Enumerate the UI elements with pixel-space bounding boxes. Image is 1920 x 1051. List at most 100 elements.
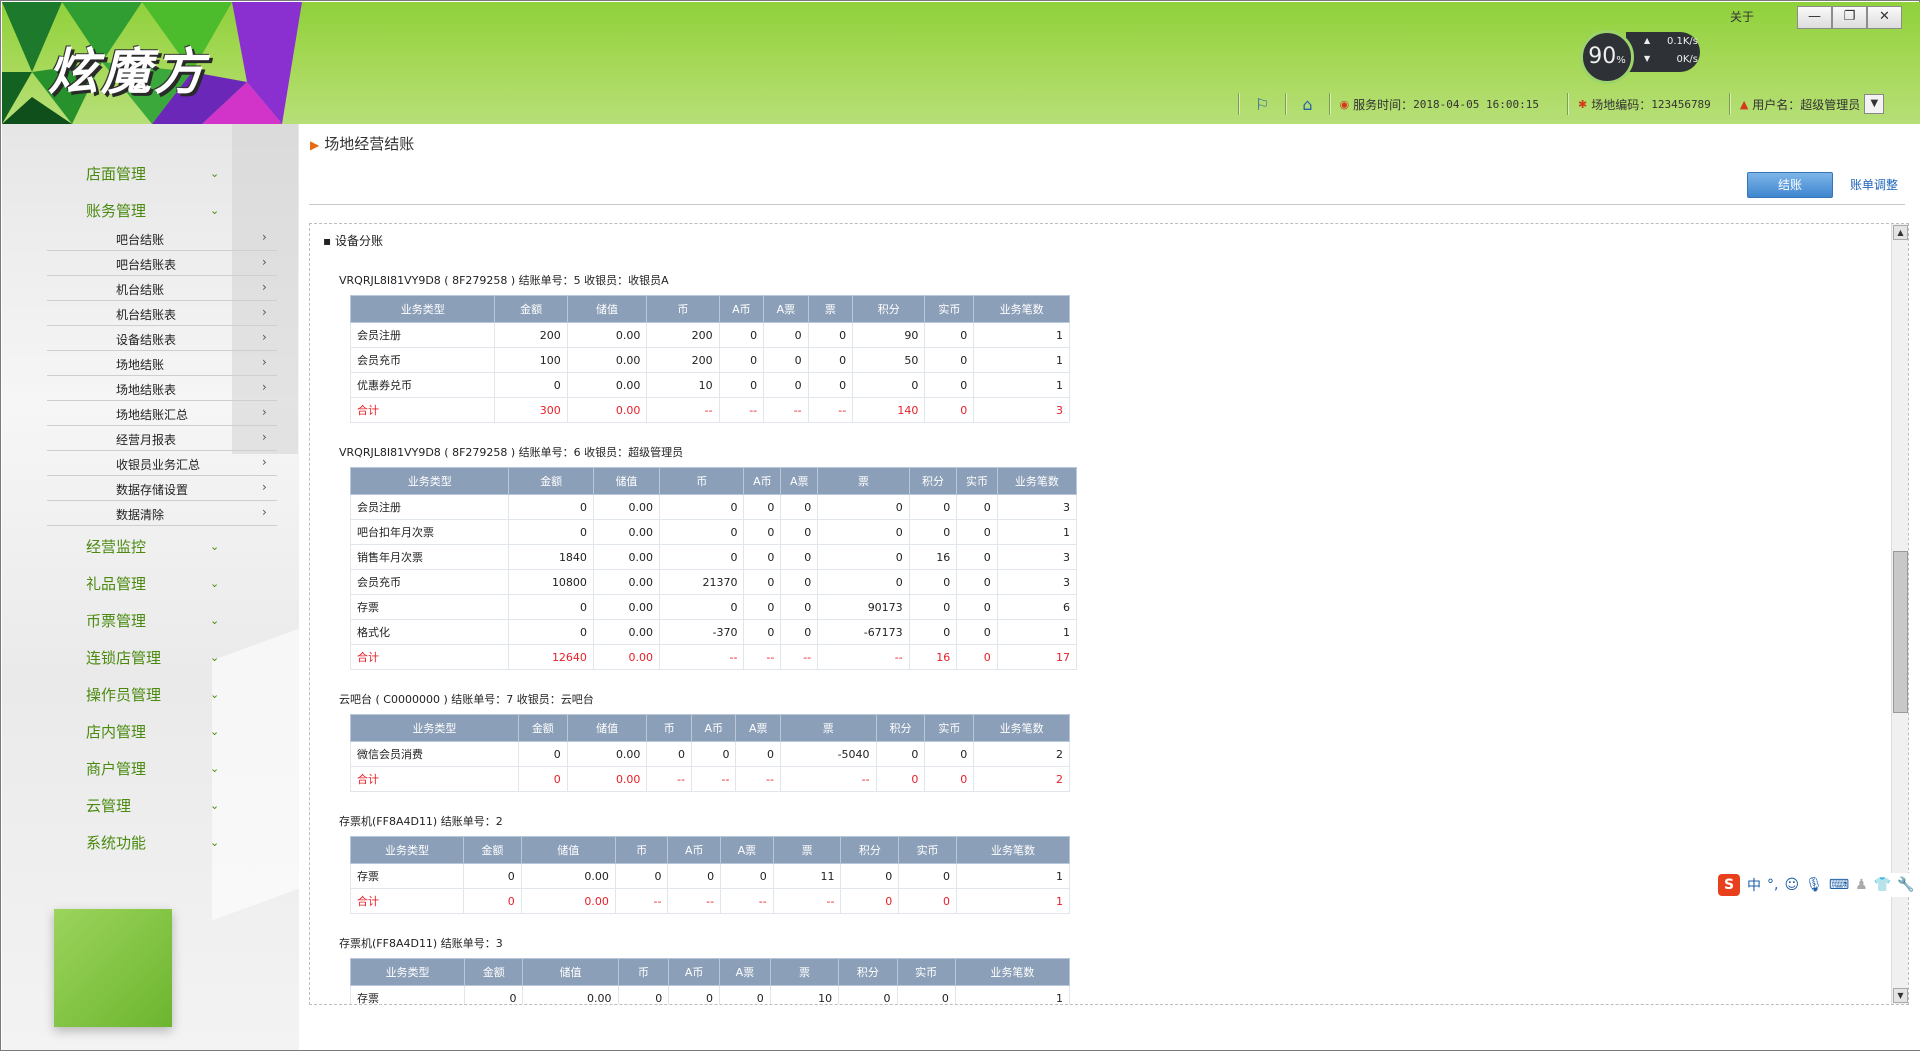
user-dropdown-button[interactable]: ▼: [1864, 94, 1885, 114]
total-cell: --: [807, 397, 854, 423]
table-cell: 微信会员消费: [350, 741, 519, 767]
menu-in-store[interactable]: 店内管理 ⌄: [2, 716, 232, 746]
menu-operators[interactable]: 操作员管理 ⌄: [2, 679, 232, 709]
submenu-storage-settings[interactable]: 数据存储设置 ›: [47, 477, 277, 501]
chevron-down-icon: ⌄: [210, 761, 220, 775]
total-cell: --: [718, 397, 765, 423]
settlement-panel: ▪ 设备分账 VRQRJL8I81VY9D8 ( 8F279258 ) 结账单号…: [309, 223, 1909, 1005]
table-row: 存票 0 0.00 0 0 0 11 0 0 1: [350, 863, 1071, 889]
group-header: VRQRJL8I81VY9D8 ( 8F279258 ) 结账单号：6 收银员：…: [339, 446, 684, 459]
menu-chain-stores[interactable]: 连锁店管理 ⌄: [2, 642, 232, 672]
chevron-down-icon: ⌄: [210, 687, 220, 701]
submenu-data-clear[interactable]: 数据清除 ›: [47, 502, 277, 526]
triangle-right-icon: ▶: [310, 138, 320, 152]
column-header: 票: [779, 714, 877, 742]
column-header: 币: [658, 467, 745, 495]
settle-button[interactable]: 结账: [1747, 172, 1833, 198]
account-icon[interactable]: ♟: [1855, 877, 1868, 893]
bill-adjust-link[interactable]: 账单调整: [1850, 176, 1898, 193]
submenu-venue-settle[interactable]: 场地结账 ›: [47, 352, 277, 376]
total-cell: 0: [898, 888, 957, 914]
group-header: 云吧台 ( C0000000 ) 结账单号：7 收银员：云吧台: [339, 693, 594, 706]
menu-label: 经营监控: [86, 537, 147, 556]
table-cell: 16: [908, 544, 958, 570]
total-cell: 合计: [350, 888, 464, 914]
menu-tokens[interactable]: 币票管理 ⌄: [2, 605, 232, 635]
submenu-cashier-summary[interactable]: 收银员业务汇总 ›: [47, 452, 277, 476]
total-cell: --: [690, 766, 737, 792]
column-header: 实币: [898, 836, 957, 864]
menu-accounting[interactable]: 账务管理 ⌄: [2, 195, 232, 225]
keyboard-icon[interactable]: ⌨: [1829, 877, 1849, 893]
menu-monitoring[interactable]: 经营监控 ⌄: [2, 531, 232, 561]
submenu-label: 收银员业务汇总: [116, 458, 201, 472]
clock-icon: ◉: [1339, 97, 1350, 111]
sogou-logo-icon[interactable]: S: [1718, 874, 1740, 896]
restore-button[interactable]: ❐: [1832, 6, 1867, 29]
table-cell: 0: [898, 863, 957, 889]
about-link[interactable]: 关于: [1730, 8, 1754, 25]
menu-label: 连锁店管理: [86, 648, 162, 667]
menu-store[interactable]: 店面管理 ⌄: [2, 158, 232, 188]
scroll-thumb[interactable]: [1893, 551, 1908, 713]
chevron-down-icon: ⌄: [210, 835, 220, 849]
table-row: 会员充币 100 0.00 200 0 0 0 50 0 1: [349, 347, 1070, 373]
net-percent-unit: %: [1616, 55, 1626, 66]
emoji-icon[interactable]: ☺: [1784, 877, 1799, 893]
table-cell: 0: [763, 372, 809, 398]
home-icon[interactable]: ⌂: [1302, 95, 1312, 114]
submenu-machine-settle-table[interactable]: 机台结账表 ›: [47, 302, 277, 326]
menu-gifts[interactable]: 礼品管理 ⌄: [2, 568, 232, 598]
signpost-icon[interactable]: ⚐: [1255, 95, 1269, 114]
column-header: 票: [772, 836, 842, 864]
submenu-venue-settle-table[interactable]: 场地结账表 ›: [47, 377, 277, 401]
minimize-button[interactable]: —: [1797, 6, 1832, 29]
menu-merchants[interactable]: 商户管理 ⌄: [2, 753, 232, 783]
menu-system[interactable]: 系统功能 ⌄: [2, 827, 232, 857]
submenu-bar-settle-table[interactable]: 吧台结账表 ›: [47, 252, 277, 276]
table-cell: 0.00: [592, 619, 660, 645]
table-cell: 会员注册: [349, 322, 496, 348]
chevron-down-icon: ⌄: [210, 203, 220, 217]
settlement-table: 业务类型 金额 储值币 A币 A票票积分 实币 业务笔数 微信会员消费 0 0.00 0 0 0 -504…: [350, 714, 1070, 792]
page-title-text: 场地经营结账: [324, 135, 415, 153]
scroll-down-icon[interactable]: ▼: [1893, 988, 1908, 1003]
table-cell: 0: [508, 619, 594, 645]
menu-cloud[interactable]: 云管理 ⌄: [2, 790, 232, 820]
table-cell: 0: [780, 619, 819, 645]
table-cell: 0: [908, 594, 958, 620]
submenu-bar-settle[interactable]: 吧台结账 ›: [47, 227, 277, 251]
chevron-right-icon: ›: [262, 330, 267, 344]
total-cell: 0.00: [566, 766, 648, 792]
menu-label: 币票管理: [86, 611, 147, 630]
table-cell: 0: [718, 347, 765, 373]
column-header: 业务类型: [349, 467, 510, 495]
submenu-venue-settle-summary[interactable]: 场地结账汇总 ›: [47, 402, 277, 426]
microphone-icon[interactable]: 🎙: [1805, 877, 1823, 893]
close-button[interactable]: ✕: [1867, 6, 1902, 29]
ime-mode[interactable]: 中: [1747, 875, 1761, 895]
table-cell: 0: [780, 594, 819, 620]
punctuation-icon[interactable]: °,: [1767, 877, 1778, 893]
chevron-down-icon: ⌄: [210, 613, 220, 627]
column-header: 业务笔数: [973, 714, 1070, 742]
total-cell: --: [646, 397, 720, 423]
submenu-device-settle-table[interactable]: 设备结账表 ›: [47, 327, 277, 351]
menu-label: 操作员管理: [86, 685, 162, 704]
table-row: 优惠券兑币 0 0.00 10 0 0 0 0 0 1: [349, 372, 1070, 398]
chevron-right-icon: ›: [262, 280, 267, 294]
skin-icon[interactable]: 👕: [1874, 877, 1891, 893]
chevron-down-icon: ⌄: [210, 539, 220, 553]
table-cell: 0: [956, 544, 998, 570]
tools-icon[interactable]: 🔧: [1897, 877, 1914, 893]
table-cell: 0: [956, 619, 998, 645]
table-cell: 0: [838, 985, 898, 1004]
page-title: ▶ 场地经营结账: [310, 133, 414, 154]
submenu-machine-settle[interactable]: 机台结账 ›: [47, 277, 277, 301]
total-cell: 合计: [349, 644, 510, 670]
total-cell: 300: [494, 397, 568, 423]
column-header: 币: [646, 295, 720, 323]
scroll-up-icon[interactable]: ▲: [1893, 225, 1908, 240]
submenu-monthly-report[interactable]: 经营月报表 ›: [47, 427, 277, 451]
table-cell: 优惠券兑币: [349, 372, 496, 398]
